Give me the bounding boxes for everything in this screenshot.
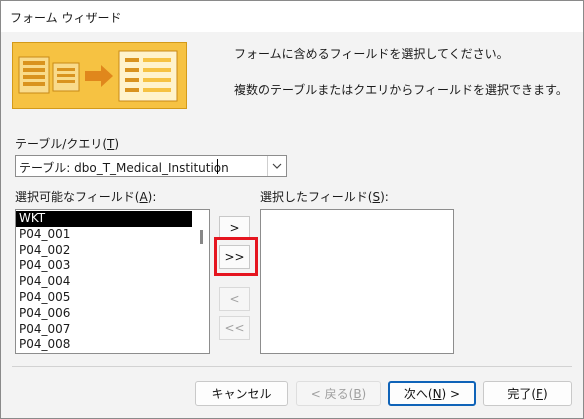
table-query-value: テーブル: dbo_T_Medical_Institution (19, 161, 229, 175)
form-wizard-dialog: フォーム ウィザード フォームに含めるフィールドを選択してください。 複数のテー… (0, 0, 584, 419)
finish-button[interactable]: 完了(F) (483, 381, 572, 406)
list-item[interactable]: P04_006 (16, 306, 209, 322)
cancel-button[interactable]: キャンセル (195, 381, 288, 406)
text-caret (217, 159, 218, 174)
footer-divider (12, 366, 572, 367)
list-item[interactable]: P04_002 (16, 243, 209, 259)
list-item[interactable]: P04_001 (16, 227, 209, 243)
window-title: フォーム ウィザード (10, 11, 122, 25)
scrollbar-thumb[interactable] (200, 230, 203, 244)
back-button[interactable]: < 戻る(B) (296, 381, 381, 406)
title-bar: フォーム ウィザード (1, 1, 583, 32)
highlight-box (214, 237, 258, 276)
list-item[interactable]: P04_005 (16, 290, 209, 306)
list-scrollbar[interactable] (195, 210, 209, 353)
chevron-down-icon[interactable] (267, 156, 286, 176)
list-item[interactable]: P04_008 (16, 337, 209, 353)
list-item[interactable]: WKT (16, 211, 192, 227)
available-fields-list[interactable]: WKT P04_001 P04_002 P04_003 P04_004 P04_… (15, 209, 210, 354)
available-fields-label: 選択可能なフィールド(A): (15, 190, 157, 204)
selected-fields-label: 選択したフィールド(S): (260, 190, 389, 204)
table-query-combobox[interactable]: テーブル: dbo_T_Medical_Institution (15, 155, 287, 177)
list-item[interactable]: P04_007 (16, 322, 209, 338)
form-wizard-illustration (12, 42, 187, 109)
instruction-line-1: フォームに含めるフィールドを選択してください。 (234, 47, 509, 61)
instruction-line-2: 複数のテーブルまたはクエリからフィールドを選択できます。 (234, 83, 568, 97)
remove-all-fields-button[interactable]: << (219, 316, 250, 340)
next-button[interactable]: 次へ(N) > (388, 381, 476, 406)
remove-field-button[interactable]: < (219, 287, 250, 311)
selected-fields-list[interactable] (260, 209, 454, 354)
table-query-label: テーブル/クエリ(T) (15, 137, 120, 151)
list-item[interactable]: P04_003 (16, 258, 209, 274)
list-item[interactable]: P04_004 (16, 274, 209, 290)
